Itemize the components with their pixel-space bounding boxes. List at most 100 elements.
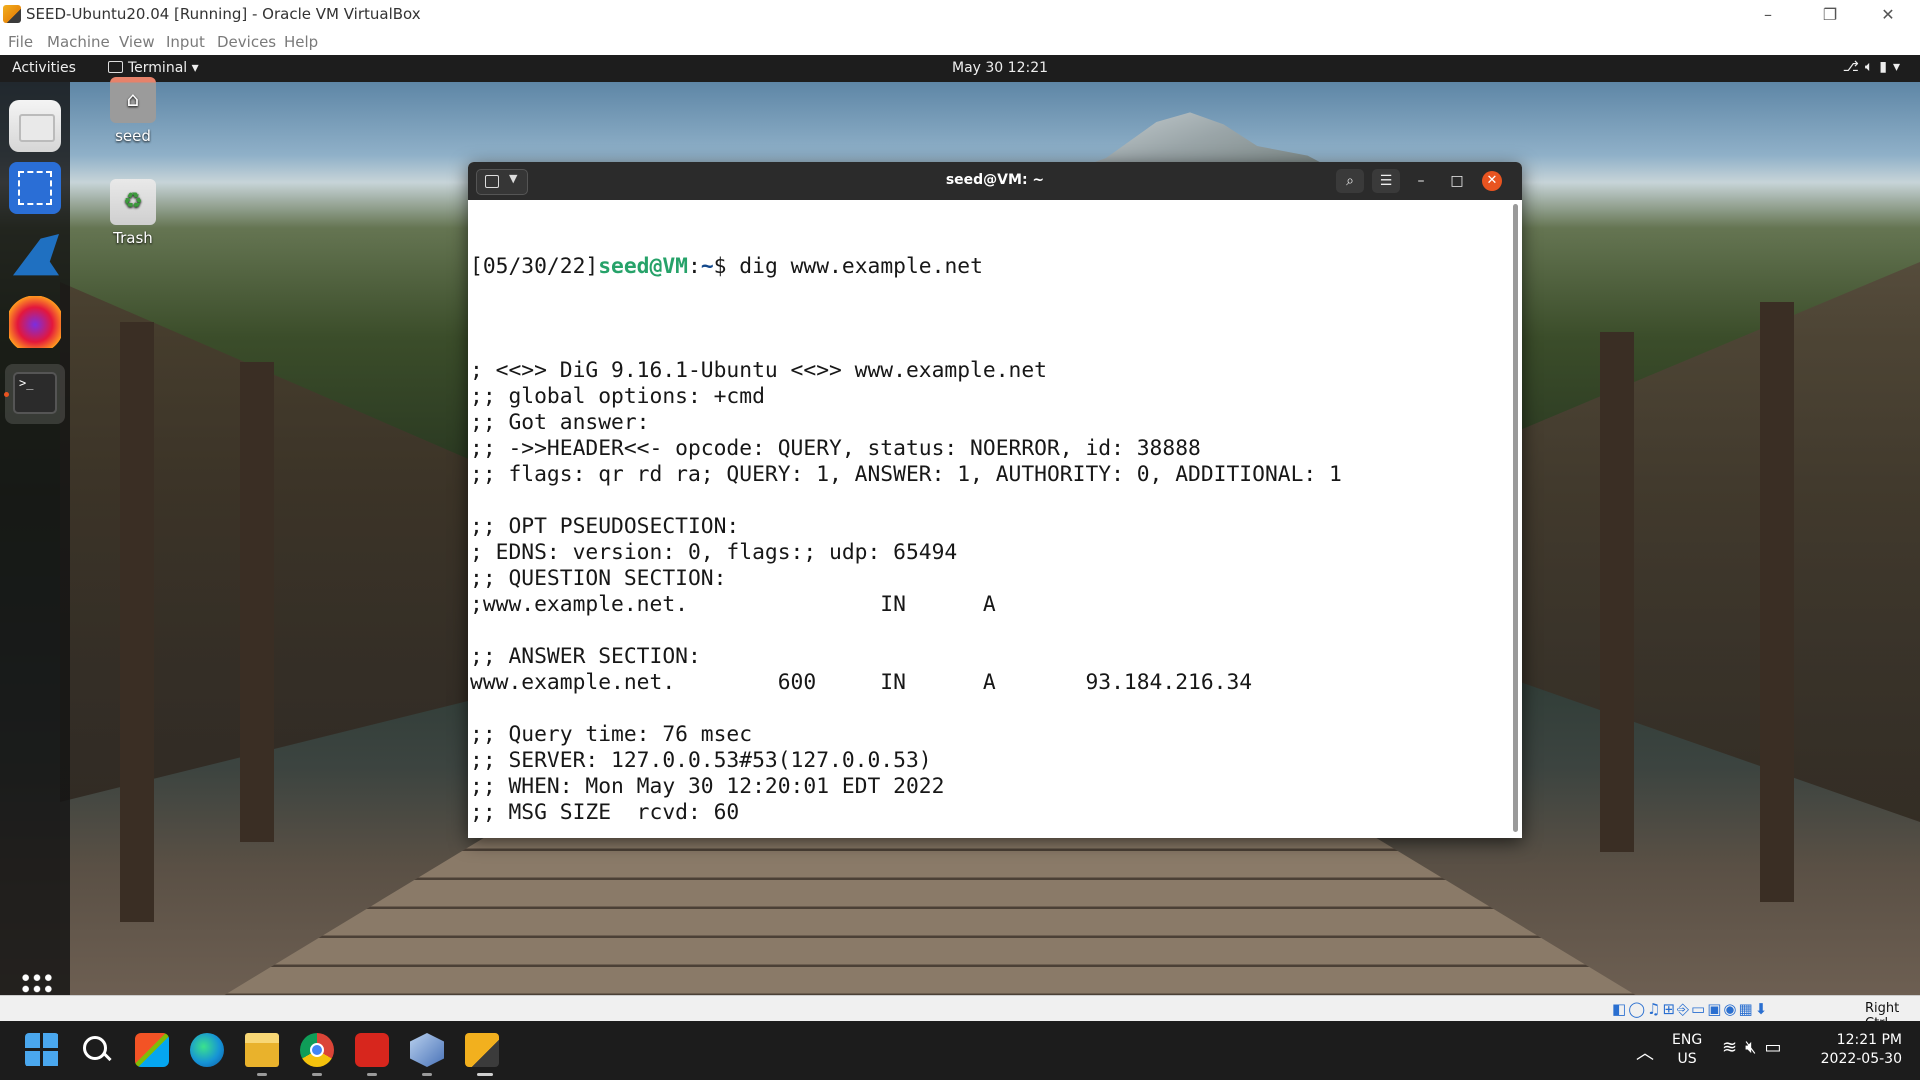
- virtualbox-app-icon: [3, 5, 21, 23]
- wallpaper-bridge-rail-right: [1520, 262, 1920, 822]
- wifi-icon: ≋: [1722, 1037, 1746, 1058]
- output-line: ; EDNS: version: 0, flags:; udp: 65494: [470, 540, 958, 565]
- output-line: ;; QUESTION SECTION:: [470, 566, 727, 591]
- menu-view[interactable]: View: [119, 33, 155, 51]
- shared-folder-icon: ▭: [1691, 1000, 1708, 1018]
- clock[interactable]: May 30 12:21: [952, 60, 1048, 76]
- keyboard-layout: US: [1677, 1051, 1697, 1067]
- guest-display[interactable]: Activities Terminal ▾ May 30 12:21 ⎇🔈︎▮▾…: [0, 55, 1920, 995]
- terminal-scrollbar[interactable]: [1513, 204, 1518, 832]
- menu-input[interactable]: Input: [166, 33, 205, 51]
- wallpaper-post: [1600, 332, 1634, 852]
- acrobat-icon[interactable]: [355, 1033, 389, 1067]
- search-button[interactable]: ⌕: [1336, 169, 1364, 193]
- running-indicator: [4, 392, 9, 397]
- running-indicator: [312, 1073, 322, 1076]
- home-folder-icon: [110, 77, 156, 123]
- display-icon: ▣: [1707, 1000, 1724, 1018]
- wallpaper-post: [1760, 302, 1794, 902]
- restore-button[interactable]: ❐: [1802, 0, 1858, 30]
- desktop-icon-home[interactable]: seed: [93, 77, 173, 145]
- output-line: ;www.example.net. IN A: [470, 592, 996, 617]
- output-line: ;; SERVER: 127.0.0.53#53(127.0.0.53): [470, 748, 932, 773]
- terminal-window[interactable]: ▼ seed@VM: ~ ⌕ ☰ – □ ✕ [05/30/22]seed@VM…: [468, 162, 1522, 838]
- recording-icon: ◉: [1723, 1000, 1739, 1018]
- quick-settings[interactable]: ≋🔇︎▭: [1722, 1037, 1789, 1058]
- window-title: SEED-Ubuntu20.04 [Running] - Oracle VM V…: [26, 5, 421, 23]
- network-adapter-icon: ⊞: [1662, 1000, 1678, 1018]
- files-icon[interactable]: [9, 100, 61, 152]
- system-status-menu[interactable]: ⎇🔈︎▮▾: [1843, 59, 1906, 75]
- command-line: [05/30/22]seed@VM:~$ dig www.example.net: [470, 254, 1506, 280]
- wireshark-icon[interactable]: [9, 230, 61, 282]
- mouse-integration-icon: ⬇: [1754, 1000, 1770, 1018]
- app-menu-label: Terminal: [128, 60, 188, 76]
- menu-devices[interactable]: Devices: [217, 33, 276, 51]
- chrome-icon[interactable]: [300, 1033, 334, 1067]
- battery-icon: ▮: [1879, 59, 1893, 75]
- wallpaper-post: [240, 362, 274, 842]
- menu-file[interactable]: File: [8, 33, 33, 51]
- virtualbox-statusbar: ◧◯♫⊞⎆▭▣◉▦⬇ Right Ctrl: [0, 995, 1920, 1031]
- output-line: ;; ANSWER SECTION:: [470, 644, 701, 669]
- close-button[interactable]: ✕: [1860, 0, 1916, 30]
- running-indicator: [422, 1073, 432, 1076]
- usb-icon: ⎆: [1677, 1000, 1692, 1018]
- search-icon[interactable]: [80, 1033, 114, 1067]
- output-line: ;; Query time: 76 msec: [470, 722, 753, 747]
- trash-icon: [110, 179, 156, 225]
- volume-icon: 🔈︎: [1864, 59, 1880, 75]
- screenshot-icon[interactable]: [9, 162, 61, 214]
- typed-command: dig www.example.net: [739, 254, 983, 279]
- firefox-icon[interactable]: [9, 296, 61, 348]
- virtualbox-icon[interactable]: [410, 1033, 444, 1067]
- virtualbox-menubar: File Machine View Input Devices Help: [0, 30, 1920, 55]
- taskbar-clock[interactable]: 12:21 PM 2022-05-30: [1820, 1031, 1902, 1069]
- virtualbox-vm-icon[interactable]: [465, 1033, 499, 1067]
- edge-icon[interactable]: [190, 1033, 224, 1067]
- show-apps-icon[interactable]: [20, 972, 54, 995]
- output-line: ; <<>> DiG 9.16.1-Ubuntu <<>> www.exampl…: [470, 358, 1047, 383]
- output-line: ;; Got answer:: [470, 410, 650, 435]
- maximize-button[interactable]: □: [1446, 170, 1468, 192]
- running-indicator: [367, 1073, 377, 1076]
- store-icon[interactable]: [135, 1033, 169, 1067]
- desktop-icon-label: Trash: [113, 229, 153, 247]
- mute-icon: 🔇︎: [1745, 1037, 1765, 1058]
- windows-taskbar: ︿ ENG US ≋🔇︎▭ 12:21 PM 2022-05-30: [0, 1021, 1920, 1080]
- terminal-icon[interactable]: >_: [5, 364, 65, 424]
- network-icon: ⎇: [1842, 59, 1865, 75]
- show-hidden-icons-icon[interactable]: ︿: [1636, 1039, 1654, 1065]
- menu-machine[interactable]: Machine: [47, 33, 110, 51]
- clock-date: 2022-05-30: [1820, 1051, 1902, 1067]
- app-menu[interactable]: Terminal ▾: [108, 60, 199, 76]
- language-code: ENG: [1672, 1032, 1703, 1048]
- activities-button[interactable]: Activities: [12, 60, 76, 76]
- minimize-button[interactable]: –: [1410, 170, 1432, 192]
- language-indicator[interactable]: ENG US: [1672, 1031, 1702, 1069]
- wallpaper-post: [120, 322, 154, 922]
- terminal-content[interactable]: [05/30/22]seed@VM:~$ dig www.example.net…: [470, 202, 1506, 832]
- minimize-button[interactable]: –: [1740, 0, 1796, 30]
- hamburger-menu-button[interactable]: ☰: [1372, 169, 1400, 193]
- terminal-headerbar[interactable]: ▼ seed@VM: ~ ⌕ ☰ – □ ✕: [468, 162, 1522, 200]
- menu-help[interactable]: Help: [284, 33, 318, 51]
- prompt-date: [05/30/22]: [470, 254, 599, 279]
- close-button[interactable]: ✕: [1482, 171, 1502, 191]
- audio-icon: ♫: [1646, 1000, 1663, 1018]
- vm-device-indicators[interactable]: ◧◯♫⊞⎆▭▣◉▦⬇: [1612, 1000, 1769, 1018]
- output-line: ;; ->>HEADER<<- opcode: QUERY, status: N…: [470, 436, 1201, 461]
- start-icon[interactable]: [25, 1033, 59, 1067]
- prompt-separator: :: [687, 254, 701, 279]
- desktop-icon-label: seed: [115, 127, 151, 145]
- file-explorer-icon[interactable]: [245, 1033, 279, 1067]
- prompt-sigil: $: [713, 254, 740, 279]
- output-line: ;; flags: qr rd ra; QUERY: 1, ANSWER: 1,…: [470, 462, 1342, 487]
- output-line: www.example.net. 600 IN A 93.184.216.34: [470, 670, 1253, 695]
- hard-disk-icon: ◧: [1612, 1000, 1629, 1018]
- terminal-icon: [108, 61, 123, 73]
- desktop-icon-trash[interactable]: Trash: [93, 179, 173, 247]
